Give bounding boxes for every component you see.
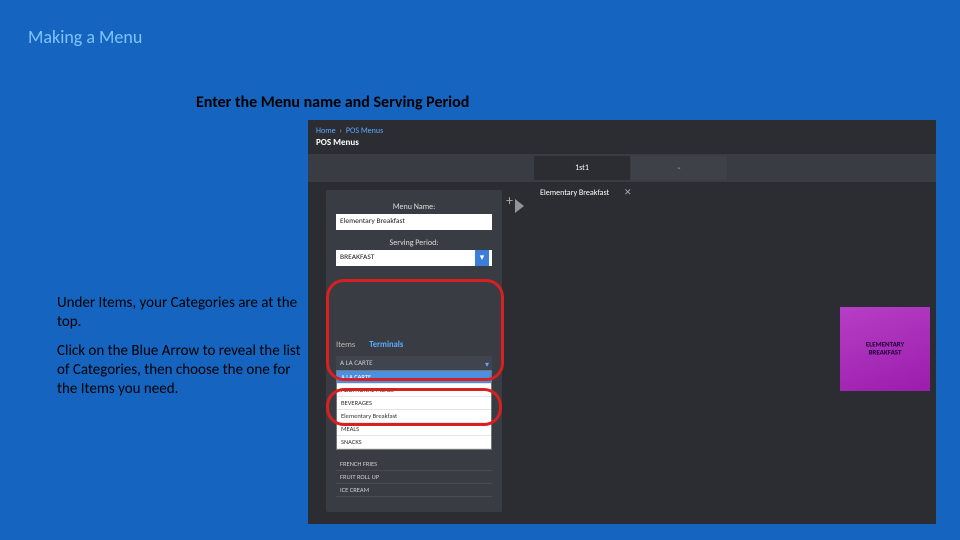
tab-items[interactable]: Items [336, 340, 355, 350]
plus-icon[interactable]: + [506, 192, 513, 209]
tile-row-label: Elementary Breakfast [540, 188, 609, 198]
app-screenshot: Home › POS Menus POS Menus 1st1 - Elemen… [308, 120, 936, 524]
menu-tile-label: ELEMENTARYBREAKFAST [840, 341, 930, 358]
item-row[interactable]: FRUIT ROLL UP [336, 471, 492, 484]
close-icon[interactable]: ✕ [624, 187, 632, 198]
serving-period-select[interactable]: BREAKFAST ▾ [336, 250, 492, 266]
page-title: POS Menus [316, 137, 359, 148]
category-select[interactable]: A LA CARTE ▾ [336, 356, 492, 370]
tab-terminals[interactable]: Terminals [369, 340, 403, 350]
top-tab-2[interactable]: - [631, 156, 727, 180]
breadcrumb-separator: › [339, 126, 342, 136]
category-option[interactable]: BEVERAGES [337, 397, 491, 410]
category-option[interactable]: Elementary Breakfast [337, 410, 491, 423]
panel-tabs: Items Terminals [336, 340, 403, 350]
item-row[interactable]: ICE CREAM [336, 484, 492, 497]
breadcrumb-home[interactable]: Home [316, 126, 336, 136]
category-select-value: A LA CARTE [340, 358, 373, 367]
triangle-icon [515, 199, 524, 213]
category-option[interactable]: A LA CARTE [337, 371, 491, 384]
serving-period-label: Serving Period: [326, 238, 502, 248]
body-text-1: Under Items, your Categories are at the … [57, 294, 312, 332]
menu-name-input[interactable]: Elementary Breakfast [336, 214, 492, 230]
breadcrumb: Home › POS Menus [316, 126, 383, 136]
menu-name-label: Menu Name: [326, 202, 502, 212]
category-option[interactable]: SNACKS [337, 436, 491, 449]
top-tab-1[interactable]: 1st1 [534, 156, 630, 180]
category-dropdown: A LA CARTE ADDITIONAL MEALS BEVERAGES El… [336, 370, 492, 450]
category-option[interactable]: MEALS [337, 423, 491, 436]
body-text-2: Click on the Blue Arrow to reveal the li… [57, 342, 312, 398]
slide-title: Making a Menu [28, 26, 142, 48]
left-panel: Menu Name: Elementary Breakfast Serving … [326, 190, 502, 512]
caret-down-icon: ▾ [475, 250, 489, 266]
category-option[interactable]: ADDITIONAL MEALS [337, 384, 491, 397]
serving-period-value: BREAKFAST [340, 253, 374, 262]
breadcrumb-current: POS Menus [346, 126, 383, 136]
item-row[interactable]: FRENCH FRIES [336, 458, 492, 471]
item-list: FRENCH FRIES FRUIT ROLL UP ICE CREAM [336, 458, 492, 497]
slide-subtitle: Enter the Menu name and Serving Period [196, 93, 469, 112]
menu-tile[interactable]: ELEMENTARYBREAKFAST [840, 307, 930, 391]
